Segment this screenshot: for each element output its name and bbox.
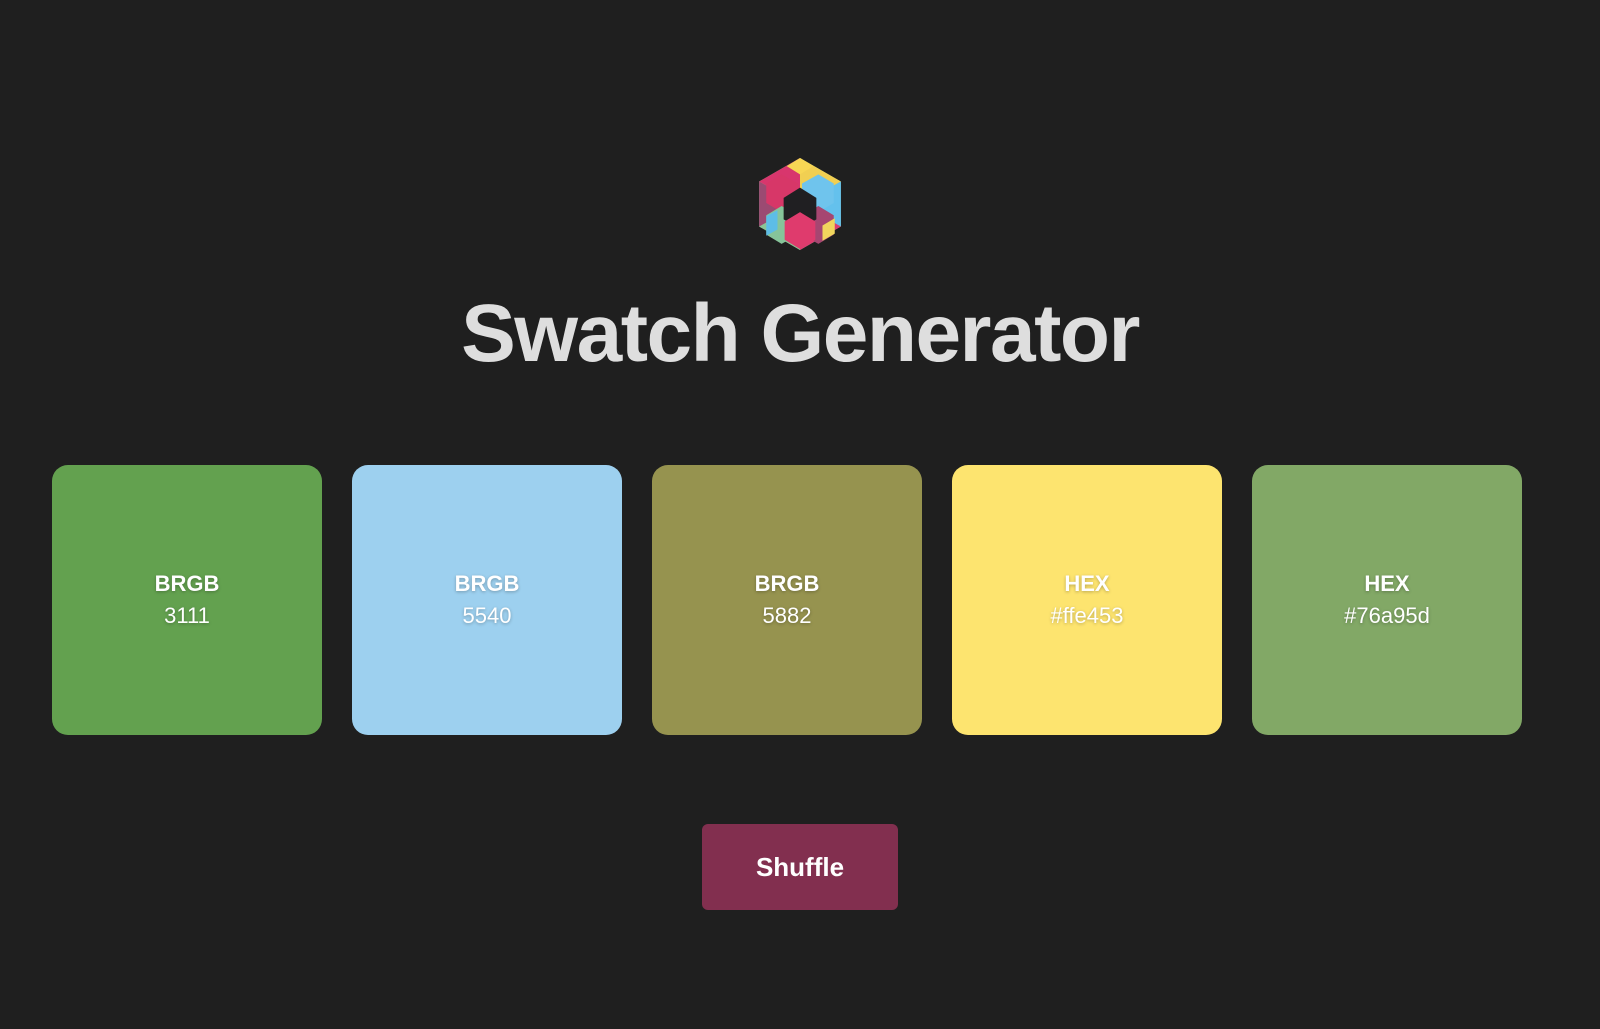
swatch-format-label: HEX (1064, 571, 1110, 596)
swatch-label-group: HEX #76a95d (1252, 570, 1522, 630)
swatch-label-group: BRGB 5882 (652, 570, 922, 630)
swatch-color-value: #76a95d (1344, 603, 1430, 628)
page-title: Swatch Generator (461, 288, 1140, 379)
swatch-format-label: BRGB (454, 571, 520, 596)
swatch-label-group: BRGB 3111 (52, 570, 322, 630)
swatch-color-value: 5540 (462, 603, 512, 628)
swatch-generator-app: Swatch Generator BRGB 3111 BRGB 5540 BRG… (0, 0, 1600, 1029)
swatch-color-value: #ffe453 (1050, 603, 1124, 628)
color-swatch-4[interactable]: HEX #ffe453 (952, 465, 1222, 735)
swatch-color-value: 5882 (762, 603, 812, 628)
color-swatch-3[interactable]: BRGB 5882 (652, 465, 922, 735)
color-swatch-2[interactable]: BRGB 5540 (352, 465, 622, 735)
swatch-label-group: HEX #ffe453 (952, 570, 1222, 630)
swatch-grid: BRGB 3111 BRGB 5540 BRGB 5882 HEX #ffe45… (52, 465, 1548, 735)
swatch-format-label: HEX (1364, 571, 1410, 596)
shuffle-button[interactable]: Shuffle (702, 824, 898, 910)
swatch-label-group: BRGB 5540 (352, 570, 622, 630)
hexagon-cube-logo-icon (759, 158, 841, 250)
color-swatch-5[interactable]: HEX #76a95d (1252, 465, 1522, 735)
swatch-format-label: BRGB (754, 571, 820, 596)
color-swatch-1[interactable]: BRGB 3111 (52, 465, 322, 735)
swatch-color-value: 3111 (164, 603, 210, 628)
swatch-format-label: BRGB (154, 571, 220, 596)
